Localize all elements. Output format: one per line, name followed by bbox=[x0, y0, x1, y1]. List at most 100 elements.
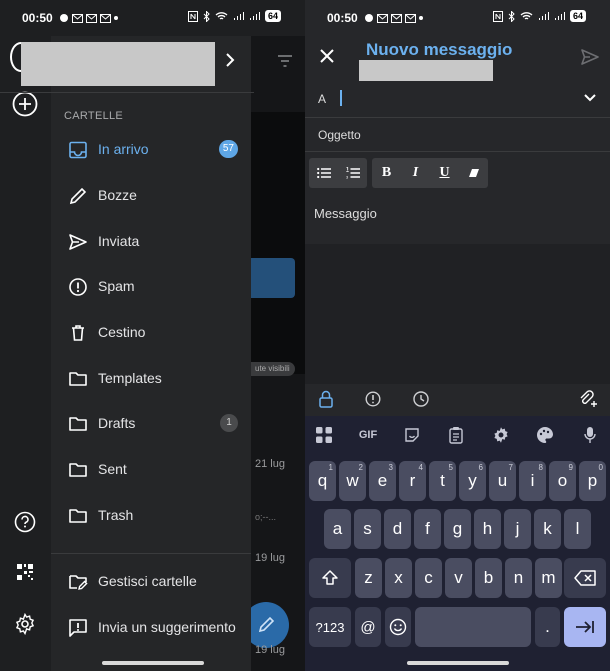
redacted-account-email bbox=[21, 42, 215, 86]
folder-item-cestino[interactable]: Cestino bbox=[51, 312, 251, 352]
space-key[interactable] bbox=[415, 607, 531, 647]
folder-label: Spam bbox=[98, 278, 135, 294]
close-button[interactable] bbox=[319, 48, 335, 64]
status-time: 00:50 bbox=[22, 11, 53, 25]
recipient-input[interactable] bbox=[340, 90, 342, 106]
sticker-button[interactable] bbox=[400, 424, 424, 446]
key-hint: 7 bbox=[508, 463, 513, 472]
help-button[interactable] bbox=[14, 511, 36, 533]
qr-code-button[interactable] bbox=[16, 563, 34, 581]
italic-button[interactable]: I bbox=[401, 158, 430, 188]
theme-button[interactable] bbox=[533, 424, 557, 446]
key-u[interactable]: 7u bbox=[489, 461, 516, 501]
key-hint: 8 bbox=[538, 463, 543, 472]
key-n[interactable]: n bbox=[505, 558, 532, 598]
key-q[interactable]: 1q bbox=[309, 461, 336, 501]
manage-folders-label: Gestisci cartelle bbox=[98, 573, 197, 589]
key-f[interactable]: f bbox=[414, 509, 441, 549]
key-j[interactable]: j bbox=[504, 509, 531, 549]
key-b[interactable]: b bbox=[475, 558, 502, 598]
clear-format-button[interactable] bbox=[459, 158, 488, 188]
key-w[interactable]: 2w bbox=[339, 461, 366, 501]
folder-label: Trash bbox=[98, 507, 134, 523]
voice-input-button[interactable] bbox=[578, 424, 602, 446]
emoji-key[interactable] bbox=[385, 607, 411, 647]
bold-button[interactable]: B bbox=[372, 158, 401, 188]
underline-button[interactable]: U bbox=[430, 158, 459, 188]
emoji-icon bbox=[389, 618, 407, 636]
numbered-list-icon: 3 bbox=[346, 167, 360, 179]
key-x[interactable]: x bbox=[385, 558, 412, 598]
qr-code-icon bbox=[17, 564, 33, 580]
subject-input[interactable]: Oggetto bbox=[318, 128, 361, 142]
help-icon bbox=[14, 511, 36, 533]
folder-item-drafts[interactable]: Drafts 1 bbox=[51, 403, 251, 443]
key-label: p bbox=[587, 471, 598, 490]
key-l[interactable]: l bbox=[564, 509, 591, 549]
clipboard-button[interactable] bbox=[444, 424, 468, 446]
account-switch-button[interactable] bbox=[224, 52, 236, 68]
key-o[interactable]: 9o bbox=[549, 461, 576, 501]
numbers-key[interactable]: ?123 bbox=[309, 607, 351, 647]
key-s[interactable]: s bbox=[354, 509, 381, 549]
paperclip-add-icon bbox=[580, 390, 597, 407]
signal-icon bbox=[250, 12, 260, 20]
send-button[interactable] bbox=[581, 49, 599, 65]
soft-keyboard: GIF 1q2w3e4r5t6y7u8i9o0p asdfghjkl zxcvb… bbox=[305, 416, 610, 671]
attach-button[interactable] bbox=[579, 390, 597, 408]
status-bar: 00:50 bbox=[0, 0, 118, 36]
expiry-button[interactable] bbox=[412, 390, 430, 408]
priority-button[interactable] bbox=[365, 391, 381, 407]
key-label: y bbox=[468, 471, 477, 490]
key-t[interactable]: 5t bbox=[429, 461, 456, 501]
add-account-button[interactable] bbox=[12, 91, 38, 117]
manage-folders-item[interactable]: Gestisci cartelle bbox=[51, 561, 251, 601]
message-body-area[interactable] bbox=[305, 244, 610, 384]
at-key[interactable]: @ bbox=[355, 607, 381, 647]
key-hint: 2 bbox=[358, 463, 363, 472]
folder-item-spam[interactable]: Spam bbox=[51, 266, 251, 306]
key-i[interactable]: 8i bbox=[519, 461, 546, 501]
key-v[interactable]: v bbox=[445, 558, 472, 598]
bullet-list-button[interactable] bbox=[309, 158, 338, 188]
backspace-key[interactable] bbox=[564, 558, 606, 598]
to-label: A bbox=[318, 92, 327, 106]
period-key[interactable]: . bbox=[535, 607, 560, 647]
key-p[interactable]: 0p bbox=[579, 461, 606, 501]
key-g[interactable]: g bbox=[444, 509, 471, 549]
encryption-button[interactable] bbox=[318, 390, 334, 408]
settings-button[interactable] bbox=[14, 613, 36, 635]
nfc-icon bbox=[188, 10, 198, 22]
key-m[interactable]: m bbox=[535, 558, 562, 598]
tab-enter-key[interactable] bbox=[564, 607, 606, 647]
key-e[interactable]: 3e bbox=[369, 461, 396, 501]
folder-label: Templates bbox=[98, 370, 162, 386]
key-h[interactable]: h bbox=[474, 509, 501, 549]
background-snippet: o;--... bbox=[255, 512, 277, 522]
numbered-list-button[interactable]: 3 bbox=[338, 158, 367, 188]
folder-item-bozze[interactable]: Bozze bbox=[51, 175, 251, 215]
folder-label: Inviata bbox=[98, 233, 140, 249]
message-body-input[interactable]: Messaggio bbox=[314, 206, 377, 221]
key-z[interactable]: z bbox=[355, 558, 382, 598]
folder-item-trash[interactable]: Trash bbox=[51, 495, 251, 535]
trash-icon bbox=[72, 325, 84, 341]
folder-item-sent[interactable]: Sent bbox=[51, 449, 251, 489]
shift-key[interactable] bbox=[309, 558, 351, 598]
key-y[interactable]: 6y bbox=[459, 461, 486, 501]
keyboard-settings-button[interactable] bbox=[489, 424, 513, 446]
folder-item-templates[interactable]: Templates bbox=[51, 358, 251, 398]
expand-recipients-button[interactable] bbox=[584, 94, 596, 102]
send-icon bbox=[581, 49, 599, 65]
apps-grid-button[interactable] bbox=[312, 424, 336, 446]
key-r[interactable]: 4r bbox=[399, 461, 426, 501]
key-hint: 4 bbox=[418, 463, 423, 472]
folder-item-inviata[interactable]: Inviata bbox=[51, 221, 251, 261]
key-c[interactable]: c bbox=[415, 558, 442, 598]
key-a[interactable]: a bbox=[324, 509, 351, 549]
key-k[interactable]: k bbox=[534, 509, 561, 549]
gif-button[interactable]: GIF bbox=[356, 424, 380, 446]
key-d[interactable]: d bbox=[384, 509, 411, 549]
send-feedback-item[interactable]: Invia un suggerimento bbox=[51, 607, 251, 647]
folder-item-in-arrivo[interactable]: In arrivo 57 bbox=[51, 129, 251, 169]
